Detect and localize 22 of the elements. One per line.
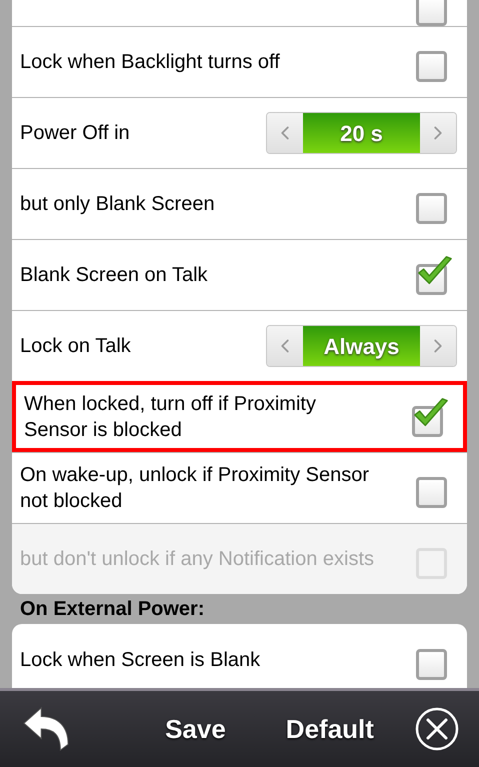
setting-label: Lock on Talk — [20, 334, 131, 359]
setting-label: Blank Screen on Talk — [20, 263, 208, 288]
setting-label: Lock when Backlight turns off — [20, 50, 280, 75]
selector-value: 20 s — [303, 113, 420, 153]
next-button[interactable] — [420, 326, 456, 366]
setting-label: When locked, turn off if Proximity Sensor is blocked — [24, 392, 317, 442]
setting-label: On wake-up, unlock if Proximity Sensor not blocked — [20, 463, 370, 514]
section-header: On External Power: — [19, 597, 206, 622]
setting-label: Lock when Screen is Blank — [20, 648, 260, 672]
toolbar-button[interactable]: Save — [159, 704, 232, 754]
next-button[interactable] — [420, 113, 456, 153]
setting-label: but only Blank Screen — [20, 192, 215, 217]
setting-label: Power Off in — [20, 121, 130, 146]
highlighted-setting-row[interactable]: When locked, turn off if Proximity Sensor is blocked — [12, 381, 467, 452]
previous-button[interactable] — [267, 326, 303, 366]
toolbar-button[interactable]: Default — [280, 704, 380, 754]
selector-value: Always — [303, 326, 420, 366]
previous-button[interactable] — [267, 113, 303, 153]
close-icon — [414, 707, 459, 751]
checkbox[interactable] — [416, 255, 454, 295]
setting-label: but don't unlock if any Notification exists — [20, 547, 374, 572]
checkbox[interactable] — [412, 396, 450, 436]
